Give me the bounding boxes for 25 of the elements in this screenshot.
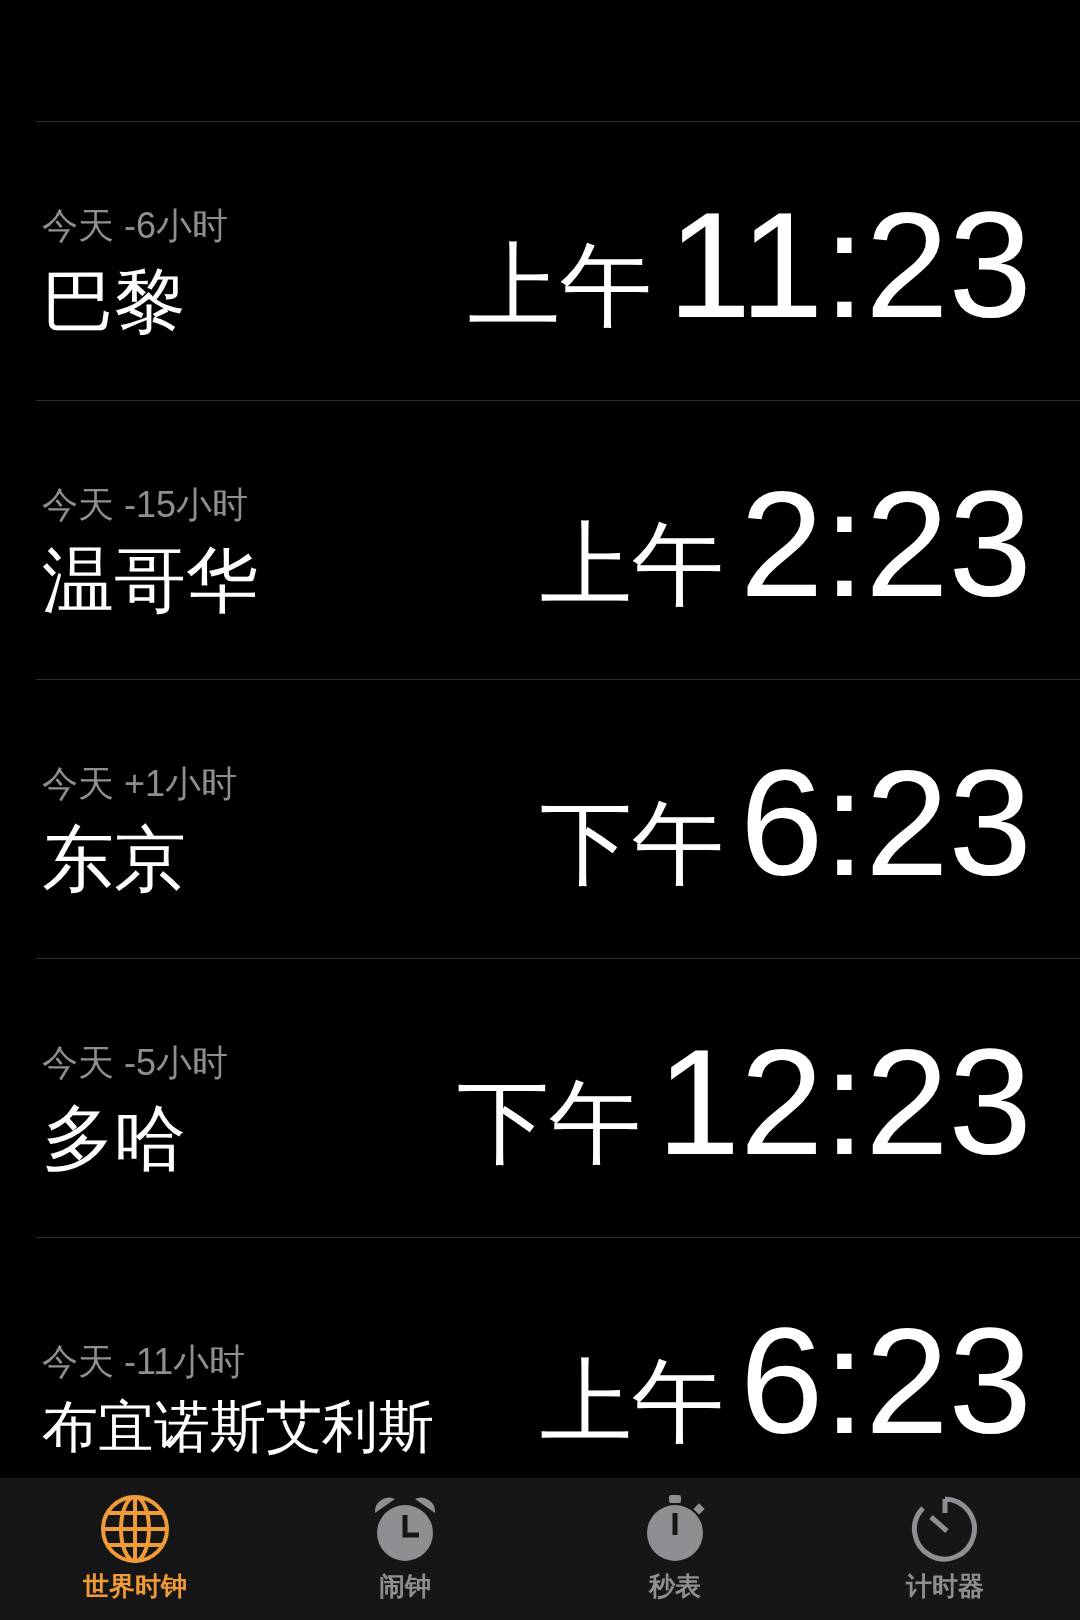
city-name: 巴黎	[42, 259, 187, 343]
time-offset: 今天 -5小时	[42, 1041, 228, 1085]
time-offset: 今天 -6小时	[42, 204, 228, 248]
clock-time: 6:23	[740, 1306, 1032, 1456]
globe-icon	[99, 1492, 171, 1565]
time-offset: 今天 -11小时	[42, 1339, 247, 1383]
city-name: 布宜诺斯艾利斯	[42, 1393, 434, 1460]
am-pm-label: 上午	[467, 239, 652, 331]
city-name: 温哥华	[42, 538, 258, 622]
tab-item[interactable]: 世界时钟	[0, 1478, 270, 1620]
am-pm-label: 下午	[456, 1076, 641, 1168]
clock-time: 12:23	[656, 1027, 1032, 1177]
time-offset: 今天 -15小时	[42, 483, 250, 527]
am-pm-label: 上午	[540, 518, 725, 610]
tab-item[interactable]: 闹钟	[270, 1478, 540, 1620]
am-pm-label: 上午	[540, 1355, 725, 1447]
am-pm-label: 下午	[540, 797, 725, 889]
clock-time: 11:23	[667, 190, 1032, 340]
tab-item[interactable]: 秒表	[540, 1478, 810, 1620]
clock-time: 2:23	[740, 469, 1032, 619]
city-name: 东京	[42, 817, 187, 901]
clock-time: 6:23	[740, 748, 1032, 898]
city-name: 多哈	[42, 1096, 187, 1180]
time-offset: 今天 +1小时	[42, 762, 238, 806]
tab-item[interactable]: 计时器	[810, 1478, 1080, 1620]
